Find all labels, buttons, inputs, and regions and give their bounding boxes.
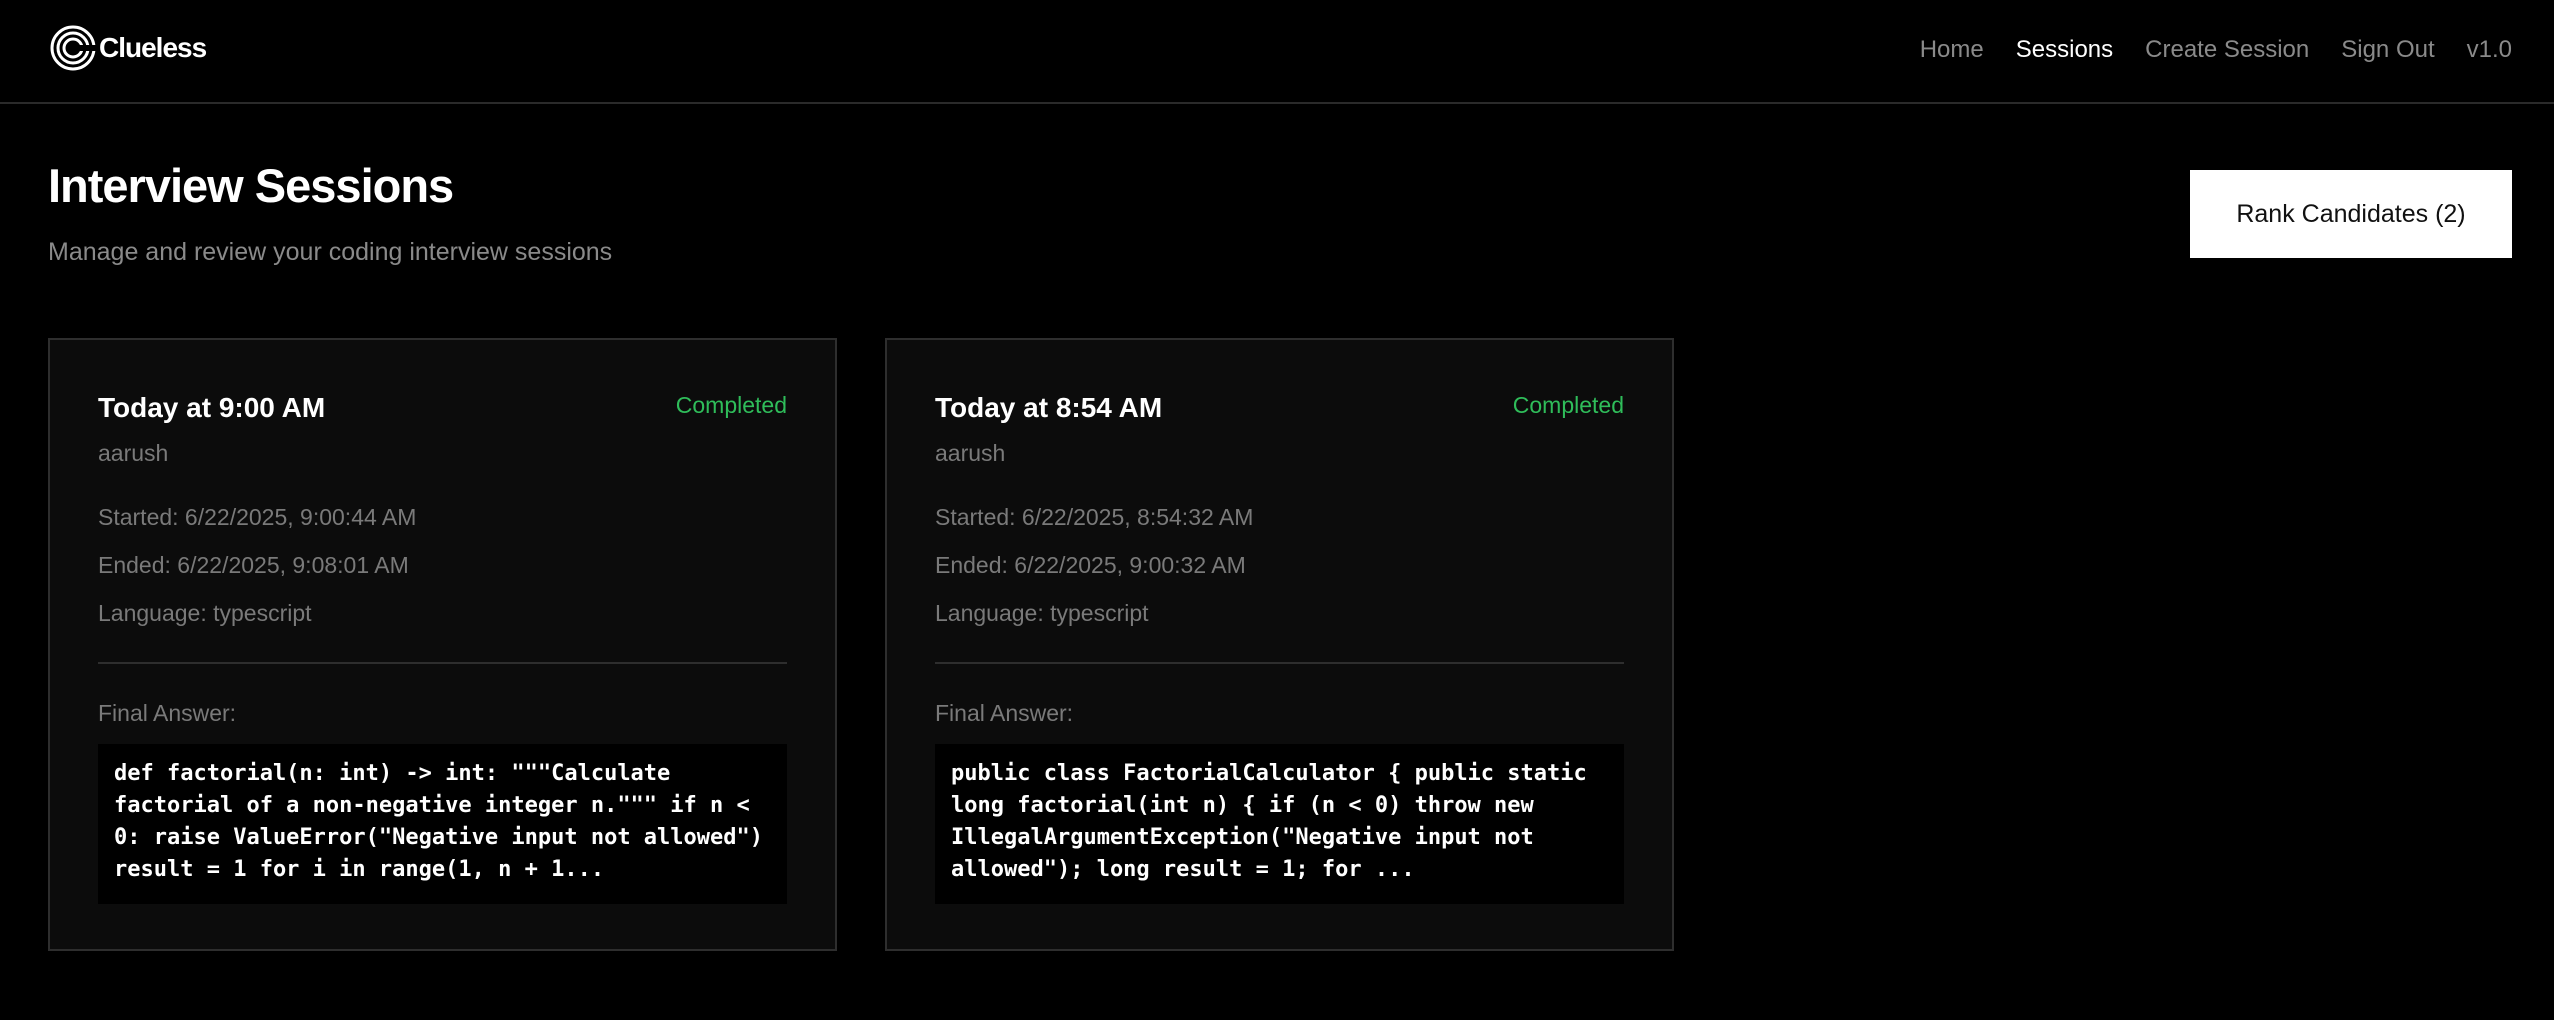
session-user: aarush <box>98 440 169 466</box>
nav-item-create-session[interactable]: Create Session <box>2145 30 2309 70</box>
session-title: Today at 9:00 AM <box>98 392 326 423</box>
session-card[interactable]: Today at 9:00 AM Completed aarush Starte… <box>48 338 837 951</box>
card-divider <box>935 662 1624 664</box>
rank-candidates-button[interactable]: Rank Candidates (2) <box>2190 170 2512 258</box>
version-label: v1.0 <box>2466 36 2512 63</box>
page-subtitle: Manage and review your coding interview … <box>48 238 613 266</box>
top-navbar: Clueless Home Sessions Create Session Si… <box>0 0 2554 104</box>
session-started: Started: 6/22/2025, 8:54:32 AM <box>935 504 1254 530</box>
nav-item-sign-out[interactable]: Sign Out <box>2341 30 2434 70</box>
nav-item-sessions[interactable]: Sessions <box>2016 30 2113 70</box>
session-language: Language: typescript <box>935 600 1149 626</box>
session-user: aarush <box>935 440 1006 466</box>
final-answer-code: def factorial(n: int) -> int: """Calcula… <box>98 744 787 904</box>
main-nav: Home Sessions Create Session Sign Out v1… <box>1920 30 2512 70</box>
brand-name: Clueless <box>99 32 207 63</box>
session-started: Started: 6/22/2025, 9:00:44 AM <box>98 504 417 530</box>
final-answer-label: Final Answer: <box>98 700 237 726</box>
status-badge: Completed <box>675 392 787 418</box>
session-language: Language: typescript <box>98 600 312 626</box>
clueless-logo-icon <box>50 25 97 71</box>
final-answer-code: public class FactorialCalculator { publi… <box>935 744 1624 904</box>
logo-link[interactable]: Clueless <box>49 24 207 72</box>
status-badge: Completed <box>1512 392 1624 418</box>
nav-item-home[interactable]: Home <box>1920 30 1984 70</box>
session-title: Today at 8:54 AM <box>935 392 1163 423</box>
page-title: Interview Sessions <box>48 159 454 212</box>
session-card[interactable]: Today at 8:54 AM Completed aarush Starte… <box>885 338 1674 951</box>
session-ended: Ended: 6/22/2025, 9:00:32 AM <box>935 552 1246 578</box>
session-ended: Ended: 6/22/2025, 9:08:01 AM <box>98 552 409 578</box>
card-divider <box>98 662 787 664</box>
final-answer-label: Final Answer: <box>935 700 1074 726</box>
